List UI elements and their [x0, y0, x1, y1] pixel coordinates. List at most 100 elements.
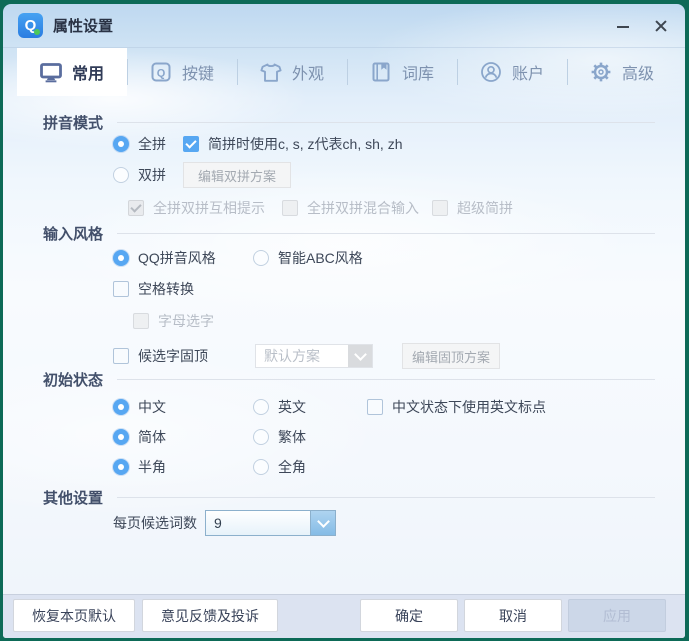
- candidate-pin-checkbox[interactable]: 候选字固顶: [113, 346, 208, 366]
- half-width-radio[interactable]: 半角: [113, 457, 166, 477]
- footer-right-buttons: 确定 取消 应用: [360, 599, 666, 632]
- candidates-per-page-dropdown[interactable]: 9: [205, 510, 336, 536]
- checkbox-icon[interactable]: [113, 348, 129, 364]
- window-controls: [615, 4, 669, 47]
- restore-defaults-label: 恢复本页默认: [32, 606, 116, 626]
- english-radio[interactable]: 英文: [253, 397, 306, 417]
- row-shuangpin-options: 全拼双拼互相提示 全拼双拼混合输入 超级简拼: [3, 194, 685, 222]
- radio-on-icon[interactable]: [113, 399, 129, 415]
- section-title: 其他设置: [43, 487, 103, 508]
- row-quanpin: 全拼 简拼时使用c, s, z代表ch, sh, zh: [3, 130, 685, 158]
- abc-style-radio[interactable]: 智能ABC风格: [253, 248, 363, 268]
- mixed-checkbox: 全拼双拼混合输入: [282, 198, 419, 218]
- cancel-button[interactable]: 取消: [464, 599, 562, 632]
- radio-off-icon[interactable]: [253, 250, 269, 266]
- tab-dictionary[interactable]: 词库: [347, 48, 457, 96]
- checkbox-disabled-icon: [282, 200, 298, 216]
- tab-label: 高级: [622, 60, 654, 84]
- section-title: 输入风格: [43, 223, 103, 244]
- tab-advanced[interactable]: 高级: [567, 48, 677, 96]
- cancel-label: 取消: [499, 606, 527, 626]
- radio-on-icon[interactable]: [113, 429, 129, 445]
- checkbox-icon[interactable]: [367, 399, 383, 415]
- space-convert-label: 空格转换: [138, 279, 194, 299]
- abc-style-label: 智能ABC风格: [278, 248, 363, 268]
- qq-pinyin-settings-screen: Q 属性设置 常用 Q 按键: [0, 0, 689, 641]
- shuangpin-radio[interactable]: 双拼: [113, 165, 166, 185]
- footer-bar: 恢复本页默认 意见反馈及投诉 确定 取消 应用: [3, 594, 685, 638]
- row-space-convert: 空格转换: [3, 275, 685, 303]
- candidates-per-page-label-wrap: 每页候选词数: [113, 513, 197, 533]
- row-language: 中文 英文 中文状态下使用英文标点: [3, 393, 685, 421]
- mixed-label: 全拼双拼混合输入: [307, 198, 419, 218]
- ok-button[interactable]: 确定: [360, 599, 458, 632]
- checkbox-checked-icon[interactable]: [183, 136, 199, 152]
- letter-select-checkbox: 字母选字: [133, 311, 214, 331]
- window-title: 属性设置: [53, 15, 113, 36]
- english-punct-label: 中文状态下使用英文标点: [392, 397, 546, 417]
- edit-shuangpin-button[interactable]: 编辑双拼方案: [183, 162, 291, 188]
- section-input-style: 输入风格: [43, 221, 655, 245]
- chevron-down-icon[interactable]: [310, 511, 335, 535]
- half-width-label: 半角: [138, 457, 166, 477]
- qq-style-radio[interactable]: QQ拼音风格: [113, 248, 216, 268]
- hint-checkbox: 全拼双拼互相提示: [128, 198, 265, 218]
- edit-pin-button[interactable]: 编辑固顶方案: [402, 343, 500, 369]
- section-divider: [117, 497, 655, 498]
- english-punct-checkbox[interactable]: 中文状态下使用英文标点: [367, 397, 546, 417]
- row-candidates-per-page: 每页候选词数 9: [3, 509, 685, 537]
- section-initial-state: 初始状态: [43, 367, 655, 391]
- quanpin-label: 全拼: [138, 134, 166, 154]
- checkbox-disabled-icon: [133, 313, 149, 329]
- radio-off-icon[interactable]: [113, 167, 129, 183]
- tab-bar: 常用 Q 按键 外观 词库: [3, 48, 685, 96]
- pin-scheme-value: 默认方案: [256, 345, 348, 367]
- chinese-radio[interactable]: 中文: [113, 397, 166, 417]
- quanpin-radio[interactable]: 全拼: [113, 134, 166, 154]
- tab-appearance[interactable]: 外观: [237, 48, 347, 96]
- radio-on-icon[interactable]: [113, 136, 129, 152]
- full-width-label: 全角: [278, 457, 306, 477]
- tab-keys[interactable]: Q 按键: [127, 48, 237, 96]
- row-shuangpin: 双拼 编辑双拼方案: [3, 161, 685, 189]
- traditional-radio[interactable]: 繁体: [253, 427, 306, 447]
- settings-window: Q 属性设置 常用 Q 按键: [3, 4, 685, 638]
- account-icon: [480, 61, 502, 83]
- english-label: 英文: [278, 397, 306, 417]
- svg-text:Q: Q: [157, 67, 166, 79]
- close-button[interactable]: [653, 18, 669, 34]
- checkbox-disabled-icon: [432, 200, 448, 216]
- candidates-per-page-label: 每页候选词数: [113, 513, 197, 533]
- simplified-radio[interactable]: 简体: [113, 427, 166, 447]
- chinese-label: 中文: [138, 397, 166, 417]
- section-divider: [117, 122, 655, 123]
- traditional-label: 繁体: [278, 427, 306, 447]
- shuangpin-label: 双拼: [138, 165, 166, 185]
- restore-defaults-button[interactable]: 恢复本页默认: [13, 599, 135, 632]
- radio-off-icon[interactable]: [253, 459, 269, 475]
- monitor-icon: [40, 62, 62, 83]
- feedback-button[interactable]: 意见反馈及投诉: [142, 599, 278, 632]
- letter-select-label: 字母选字: [158, 311, 214, 331]
- minimize-button[interactable]: [615, 18, 631, 34]
- edit-pin-label: 编辑固顶方案: [412, 347, 490, 366]
- space-convert-checkbox[interactable]: 空格转换: [113, 279, 194, 299]
- section-divider: [117, 233, 655, 234]
- row-candidate-pin: 候选字固顶 默认方案 编辑固顶方案: [3, 342, 685, 370]
- candidates-per-page-value: 9: [206, 511, 310, 535]
- radio-on-icon[interactable]: [113, 250, 129, 266]
- radio-on-icon[interactable]: [113, 459, 129, 475]
- tshirt-icon: [260, 62, 282, 83]
- full-width-radio[interactable]: 全角: [253, 457, 306, 477]
- tab-general[interactable]: 常用: [17, 48, 127, 96]
- section-title: 初始状态: [43, 369, 103, 390]
- tab-account[interactable]: 账户: [457, 48, 567, 96]
- jianpin-label: 简拼时使用c, s, z代表ch, sh, zh: [208, 134, 402, 154]
- tab-label: 账户: [512, 60, 544, 84]
- radio-off-icon[interactable]: [253, 429, 269, 445]
- checkbox-icon[interactable]: [113, 281, 129, 297]
- gear-icon: [590, 61, 612, 83]
- jianpin-checkbox[interactable]: 简拼时使用c, s, z代表ch, sh, zh: [183, 134, 402, 154]
- qq-style-label: QQ拼音风格: [138, 248, 216, 268]
- radio-off-icon[interactable]: [253, 399, 269, 415]
